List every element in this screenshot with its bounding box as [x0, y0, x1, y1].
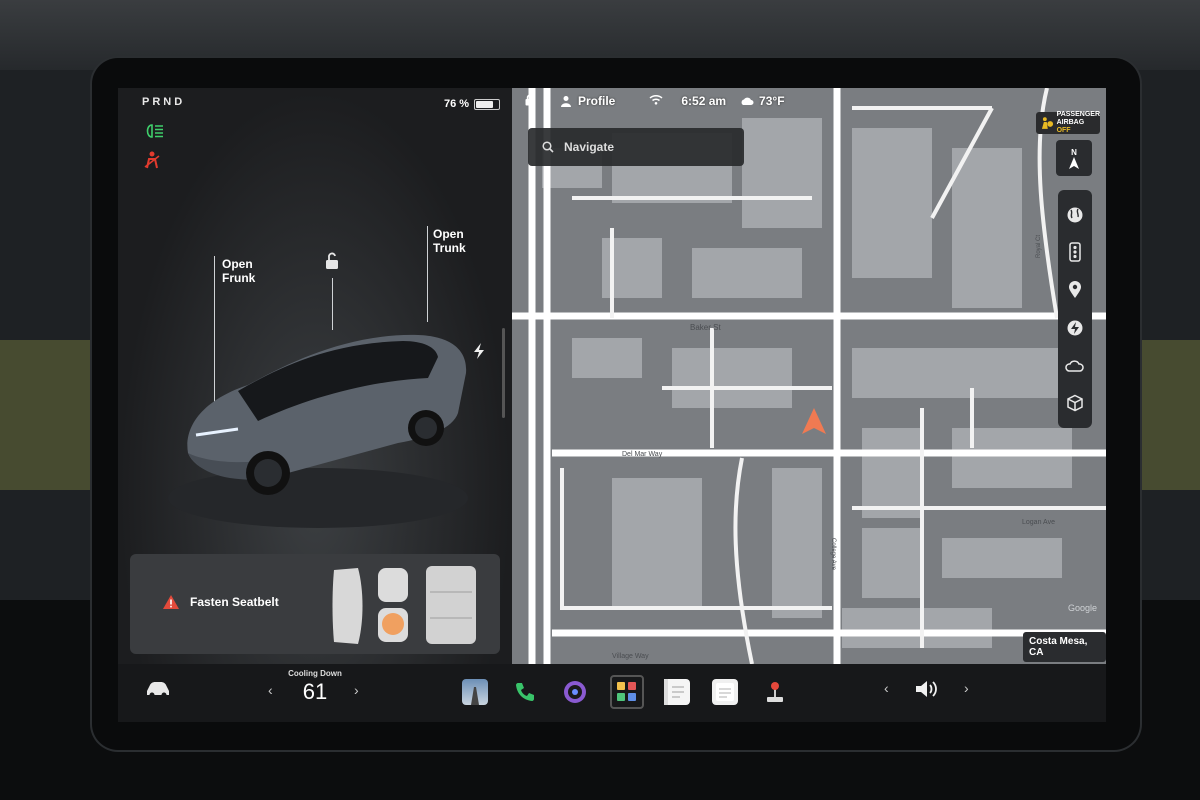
weather: 73°F [740, 94, 785, 108]
street-label-college: College Ave [830, 538, 836, 571]
seatbelt-alert: Fasten Seatbelt [162, 594, 279, 610]
satellite-globe-icon[interactable] [1064, 204, 1086, 226]
vehicle-model-image [168, 303, 478, 533]
compass-arrow-icon [1069, 156, 1079, 169]
location-label: Costa Mesa, CA [1023, 632, 1106, 662]
street-label-village: Village Way [612, 653, 649, 660]
charging-icon[interactable] [1064, 317, 1086, 339]
compass-heading: N [1071, 147, 1077, 157]
car-icon[interactable] [144, 680, 172, 698]
headlight-icon [142, 122, 166, 142]
seatbelt-alert-card: Fasten Seatbelt [130, 554, 500, 654]
trunk-label-line1: Open [433, 227, 464, 241]
notes-icon[interactable] [712, 679, 738, 705]
calendar-icon[interactable] [664, 679, 690, 705]
volume-decrease-chevron-icon[interactable]: ‹ [884, 680, 889, 696]
search-icon [542, 141, 554, 153]
lock-icon[interactable] [524, 93, 536, 109]
airbag-icon [1041, 117, 1054, 129]
vehicle-panel: PRND 76 % Open Frunk Open Trunk Fasten S… [118, 88, 512, 664]
autopilot-app-icon[interactable] [462, 679, 488, 705]
wifi-icon [649, 94, 663, 108]
battery-icon [474, 98, 501, 110]
navigate-search[interactable]: Navigate [528, 128, 744, 166]
gear-indicator: PRND [142, 96, 186, 108]
volume-icon[interactable] [914, 678, 940, 700]
traffic-light-icon[interactable] [1064, 241, 1086, 263]
panel-scrollbar[interactable] [502, 328, 505, 418]
battery-percent: 76 % [444, 98, 470, 110]
climate-status: Cooling Down [288, 669, 342, 678]
toybox-joystick-icon[interactable] [762, 679, 788, 705]
cabin-temperature: 61 [302, 679, 328, 704]
status-bar: Profile 6:52 am 73°F [512, 88, 1106, 114]
trunk-label-line2: Trunk [433, 241, 466, 255]
map-view[interactable]: Baker St Del Mar Way Logan Ave Village W… [512, 88, 1106, 664]
camera-icon[interactable] [562, 679, 588, 705]
airbag-state: OFF [1056, 127, 1071, 134]
3d-view-icon[interactable] [1064, 392, 1086, 414]
weather-layer-icon[interactable] [1064, 354, 1086, 376]
temp-decrease-chevron-icon[interactable]: ‹ [268, 682, 273, 698]
frunk-label-line1: Open [222, 257, 253, 271]
profile-icon [561, 96, 571, 107]
street-label-logan: Logan Ave [1022, 519, 1055, 526]
map-attribution: Google [1068, 603, 1098, 613]
seatbelt-message: Fasten Seatbelt [190, 595, 279, 609]
map-canvas: Baker St Del Mar Way Logan Ave Village W… [512, 88, 1106, 664]
unlock-icon[interactable] [323, 252, 341, 270]
outside-temperature: 73°F [759, 94, 785, 108]
temp-increase-chevron-icon[interactable]: › [354, 682, 359, 698]
cloud-icon [741, 97, 754, 105]
climate-control[interactable]: Cooling Down 61 [280, 669, 350, 705]
street-label-baker: Baker St [690, 323, 721, 332]
seat-occupancy-diagram [330, 562, 480, 653]
battery-level [476, 100, 493, 108]
map-pin-icon[interactable] [1064, 279, 1086, 301]
profile-label: Profile [578, 94, 616, 108]
compass-button[interactable]: N [1056, 140, 1092, 176]
battery-status: 76 % [444, 98, 501, 110]
airbag-line2: AIRBAG [1056, 119, 1085, 126]
frunk-label-line2: Frunk [222, 271, 256, 285]
airbag-line1: PASSENGER [1056, 111, 1100, 118]
street-label-del-mar: Del Mar Way [622, 451, 663, 458]
phone-icon[interactable] [512, 679, 538, 705]
open-frunk-button[interactable]: Open Frunk [222, 257, 255, 285]
open-trunk-button[interactable]: Open Trunk [433, 227, 466, 255]
app-launcher-icon[interactable] [610, 675, 644, 709]
seatbelt-warning-icon [142, 150, 166, 170]
clock: 6:52 am [681, 94, 727, 108]
map-tools [1058, 190, 1092, 428]
warning-icon [163, 595, 179, 609]
touchscreen: PRND 76 % Open Frunk Open Trunk Fasten S… [118, 88, 1106, 722]
street-label-royal: Royal Ct [1036, 235, 1042, 258]
volume-increase-chevron-icon[interactable]: › [964, 680, 969, 696]
navigate-placeholder: Navigate [564, 140, 615, 154]
passenger-airbag-indicator: PASSENGER AIRBAG OFF [1036, 111, 1100, 134]
profile-button[interactable]: Profile [560, 94, 615, 108]
